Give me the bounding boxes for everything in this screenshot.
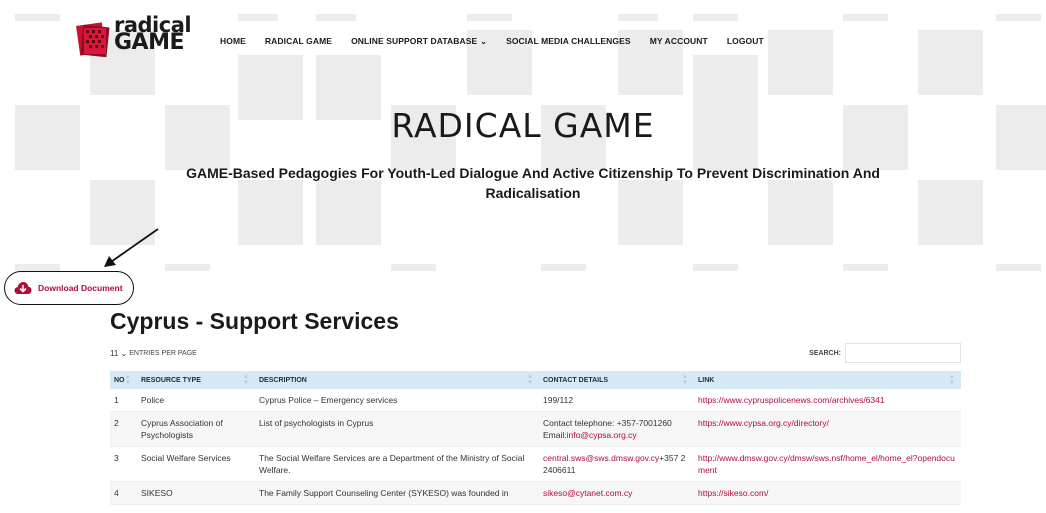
logo-mark-icon (76, 22, 110, 58)
column-header-no-label: NO (114, 376, 125, 384)
resource-link[interactable]: https://sikeso.com/ (698, 488, 768, 498)
cell-contact: 199/112 (543, 395, 574, 405)
nav-radical-game-label: RADICAL GAME (264, 36, 333, 46)
logo-wordmark: radical GAME (114, 15, 192, 55)
main-nav: HOME RADICAL GAME ONLINE SUPPORT DATABAS… (220, 36, 764, 46)
table-header: NO ▲ ▼ RESOURCE TYPE ▲ ▼ DESCRIPTION ▲ ▼ CONTA… (110, 371, 961, 389)
cell-no: 1 (114, 395, 119, 405)
cell-description: The Family Support Counseling Center (SY… (259, 488, 509, 498)
column-header-description-label: DESCRIPTION (259, 376, 307, 384)
site-logo[interactable]: radical GAME (76, 14, 192, 64)
support-services-table: NO ▲ ▼ RESOURCE TYPE ▲ ▼ DESCRIPTION ▲ ▼ CONTA… (110, 371, 961, 505)
resource-link[interactable]: https://www.cypruspolicenews.com/archive… (698, 395, 885, 405)
cell-no: 4 (114, 488, 119, 498)
cell-link: https://www.cypruspolicenews.com/archive… (694, 389, 961, 411)
table-row: 4 SIKESO The Family Support Counseling C… (110, 482, 961, 505)
nav-home[interactable]: HOME (220, 36, 246, 46)
entries-select-value: 11 (110, 349, 119, 358)
cell-contact: sikeso@cytanet.com.cy (539, 482, 694, 504)
cell-description: The Social Welfare Services are a Depart… (259, 453, 525, 475)
nav-my-account[interactable]: MY ACCOUNT (650, 36, 708, 46)
search-input[interactable] (845, 343, 961, 363)
chevron-down-icon: ⌄ (120, 349, 128, 358)
cell-resource-type: SIKESO (141, 488, 173, 498)
entries-select[interactable]: 11 ⌄ (110, 349, 127, 358)
nav-social-media-challenges-label: SOCIAL MEDIA CHALLENGES (506, 36, 631, 46)
sort-icon: ▲ ▼ (243, 374, 249, 386)
cell-link: https://sikeso.com/ (694, 482, 961, 504)
cell-description: Cyprus Police – Emergency services (259, 395, 398, 405)
sort-icon: ▲ ▼ (949, 374, 955, 386)
cell-resource-type: Social Welfare Services (141, 453, 231, 463)
cell-description: List of psychologists in Cyprus (259, 418, 374, 428)
arrow-annotation-icon (104, 228, 159, 267)
download-document-label: Download Document (38, 283, 123, 293)
table-row: 3 Social Welfare Services The Social Wel… (110, 447, 961, 482)
table-controls: 11 ⌄ ENTRIES PER PAGE SEARCH: (110, 343, 961, 365)
cell-no: 3 (114, 453, 119, 463)
nav-logout-label: LOGOUT (726, 36, 764, 46)
cell-link: https://www.cypsa.org.cy/directory/ (694, 412, 961, 446)
resource-link[interactable]: https://www.cypsa.org.cy/directory/ (698, 418, 829, 428)
sort-icon: ▲ ▼ (125, 374, 131, 386)
hero-subtitle: GAME-Based Pedagogies For Youth-Led Dial… (186, 165, 880, 201)
resource-link[interactable]: http://www.dmsw.gov.cy/dmsw/sws.nsf/home… (698, 453, 955, 475)
nav-logout[interactable]: LOGOUT (727, 36, 764, 46)
column-header-link[interactable]: LINK ▲ ▼ (694, 371, 961, 389)
nav-radical-game[interactable]: RADICAL GAME (265, 36, 332, 46)
nav-online-support-database-label: ONLINE SUPPORT DATABASE (351, 36, 478, 46)
column-header-resource-type[interactable]: RESOURCE TYPE ▲ ▼ (137, 371, 255, 389)
cell-no: 2 (114, 418, 119, 428)
hero-title: RADICAL GAME (391, 106, 655, 145)
table-row: 2 Cyprus Association of Psychologists Li… (110, 412, 961, 447)
sort-icon: ▲ ▼ (682, 374, 688, 386)
nav-my-account-label: MY ACCOUNT (649, 36, 708, 46)
entries-label: ENTRIES PER PAGE (129, 350, 197, 357)
download-document-button[interactable]: Download Document (4, 271, 134, 305)
contact-email-link[interactable]: info@cypsa.org.cy (567, 430, 637, 440)
nav-social-media-challenges[interactable]: SOCIAL MEDIA CHALLENGES (506, 36, 631, 46)
page-title: Cyprus - Support Services (110, 308, 399, 334)
column-header-description[interactable]: DESCRIPTION ▲ ▼ (255, 371, 539, 389)
column-header-no[interactable]: NO ▲ ▼ (110, 371, 137, 389)
cell-contact: Contact telephone: +357-7001260 Email:in… (539, 412, 694, 446)
search-label: SEARCH: (809, 349, 841, 357)
column-header-contact-details-label: CONTACT DETAILS (543, 376, 609, 384)
contact-email-link[interactable]: sikeso@cytanet.com.cy (543, 488, 632, 498)
nav-home-label: HOME (220, 36, 246, 46)
cell-contact: central.sws@sws.dmsw.gov.cy+357 22406611 (539, 447, 694, 481)
site-header: radical GAME HOME RADICAL GAME ONLINE SU… (0, 0, 1046, 90)
cell-link: http://www.dmsw.gov.cy/dmsw/sws.nsf/home… (694, 447, 961, 481)
column-header-link-label: LINK (698, 376, 715, 384)
column-header-contact-details[interactable]: CONTACT DETAILS ▲ ▼ (539, 371, 694, 389)
column-header-resource-type-label: RESOURCE TYPE (141, 376, 201, 384)
cell-resource-type: Cyprus Association of Psychologists (141, 418, 223, 440)
logo-line-2: GAME (114, 30, 185, 55)
entries-per-page: 11 ⌄ ENTRIES PER PAGE (110, 349, 197, 358)
nav-online-support-database[interactable]: ONLINE SUPPORT DATABASE ⌄ (351, 36, 487, 46)
cell-resource-type: Police (141, 395, 165, 405)
sort-icon: ▲ ▼ (527, 374, 533, 386)
table-row: 1 Police Cyprus Police – Emergency servi… (110, 389, 961, 412)
contact-email-link[interactable]: central.sws@sws.dmsw.gov.cy (543, 453, 659, 463)
chevron-down-icon: ⌄ (480, 36, 488, 46)
cloud-download-icon (14, 282, 32, 294)
search-container: SEARCH: (809, 343, 961, 363)
